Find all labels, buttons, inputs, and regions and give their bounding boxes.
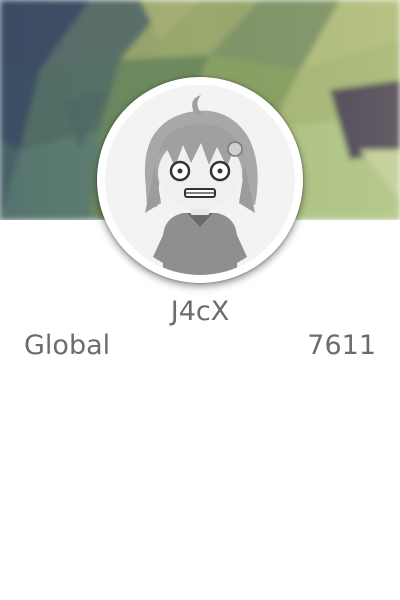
avatar-image xyxy=(105,85,295,275)
username: J4cX xyxy=(170,296,230,327)
global-rank-row: Global 7611 xyxy=(24,328,376,364)
global-rank-value: 7611 xyxy=(307,330,376,361)
global-rank-label: Global xyxy=(24,330,111,361)
profile-card: J4cX Global 7611 xyxy=(0,0,400,600)
avatar[interactable] xyxy=(105,85,295,275)
avatar-frame[interactable] xyxy=(97,77,303,283)
